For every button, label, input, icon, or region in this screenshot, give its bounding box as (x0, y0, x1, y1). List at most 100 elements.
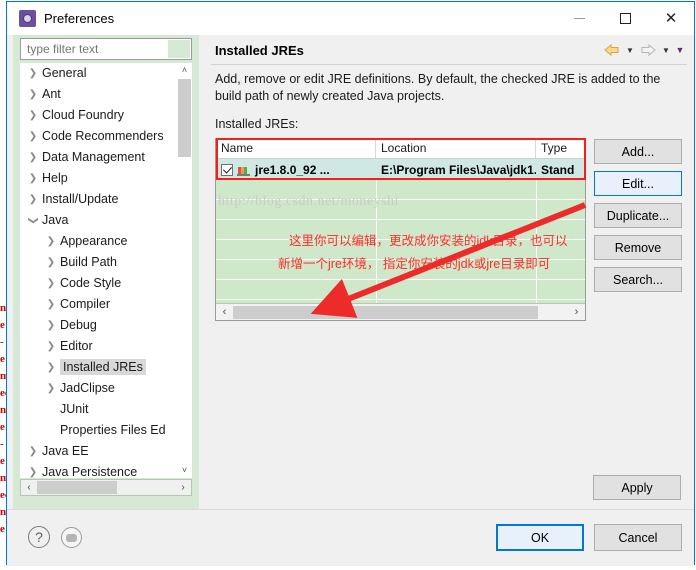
table-horizontal-scrollbar[interactable]: ‹ › (216, 303, 585, 320)
sidebar-item-installed-jres[interactable]: ❯ Installed JREs (20, 357, 192, 378)
sidebar-item-label: JadClipse (60, 381, 115, 395)
sidebar-item-label: Java (42, 213, 69, 227)
column-header-type[interactable]: Type (536, 139, 585, 158)
sidebar-item-build-path[interactable]: ❯ Build Path (20, 252, 192, 273)
chevron-right-icon[interactable]: ❯ (42, 273, 60, 294)
page-menu-caret-icon[interactable]: ▼ (674, 42, 686, 58)
sidebar-item-compiler[interactable]: ❯ Compiler (20, 294, 192, 315)
chevron-right-icon[interactable]: ❯ (42, 315, 60, 336)
preferences-tree[interactable]: ❯ General ❯ Ant ❯ Cloud Foundry ❯ Code Recommen… (20, 63, 192, 478)
cell-type: Stand (541, 162, 575, 177)
duplicate-button[interactable]: Duplicate... (594, 203, 682, 228)
sidebar-item-properties-files-ed[interactable]: Properties Files Ed (20, 420, 192, 441)
table-hscroll-thumb[interactable] (233, 305, 538, 319)
sidebar-item-label: Appearance (60, 234, 128, 248)
table-rows: jre1.8.0_92 ... E:\Program Files\Java\jd… (216, 159, 585, 180)
sidebar-item-ant[interactable]: ❯ Ant (20, 84, 192, 105)
scroll-up-icon[interactable]: ˄ (177, 63, 192, 78)
apply-button[interactable]: Apply (593, 475, 681, 500)
apply-and-close-icon[interactable] (61, 527, 82, 548)
sidebar-item-label: General (42, 66, 87, 80)
sidebar-item-java-ee[interactable]: ❯ Java EE (20, 441, 192, 462)
chevron-right-icon[interactable]: ❯ (24, 105, 42, 126)
edit-button[interactable]: Edit... (594, 171, 682, 196)
back-dropdown-caret-icon[interactable]: ▼ (624, 42, 636, 58)
table-scroll-right-icon[interactable]: › (568, 306, 585, 318)
sidebar-item-install-update[interactable]: ❯ Install/Update (20, 189, 192, 210)
sidebar-item-general[interactable]: ❯ General (20, 63, 192, 84)
sidebar-item-java-persistence[interactable]: ❯ Java Persistence (20, 462, 192, 478)
cell-location: E:\Program Files\Java\jdk1.8.... (381, 162, 536, 177)
cancel-button[interactable]: Cancel (594, 524, 682, 551)
chevron-right-icon[interactable]: ❯ (42, 336, 60, 357)
sidebar-item-code-style[interactable]: ❯ Code Style (20, 273, 192, 294)
sidebar-item-editor[interactable]: ❯ Editor (20, 336, 192, 357)
minimize-button[interactable] (556, 2, 602, 35)
table-header-row: Name Location Type (216, 139, 585, 159)
chevron-right-icon[interactable]: ❯ (42, 252, 60, 273)
remove-button[interactable]: Remove (594, 235, 682, 260)
tree-horizontal-scrollbar[interactable]: ‹ › (20, 479, 192, 496)
scroll-right-icon[interactable]: › (175, 482, 191, 493)
chevron-right-icon[interactable]: ❯ (24, 84, 42, 105)
sidebar-item-label: Cloud Foundry (42, 108, 124, 122)
question-mark-icon[interactable]: ? (28, 526, 50, 548)
sidebar-item-data-management[interactable]: ❯ Data Management (20, 147, 192, 168)
sidebar-item-help[interactable]: ❯ Help (20, 168, 192, 189)
jre-library-icon (237, 164, 251, 176)
sidebar-item-appearance[interactable]: ❯ Appearance (20, 231, 192, 252)
chevron-right-icon[interactable]: ❯ (42, 231, 60, 252)
search-button-label: Search... (612, 272, 664, 287)
forward-arrow-icon[interactable] (638, 42, 658, 58)
sidebar-item-cloud-foundry[interactable]: ❯ Cloud Foundry (20, 105, 192, 126)
search-button[interactable]: Search... (594, 267, 682, 292)
sidebar-item-label: Code Recommenders (42, 129, 164, 143)
title-separator (211, 64, 687, 65)
installed-jres-label: Installed JREs: (215, 117, 298, 131)
sidebar-item-debug[interactable]: ❯ Debug (20, 315, 192, 336)
chevron-right-icon[interactable]: ❯ (42, 357, 60, 378)
sidebar-item-junit[interactable]: JUnit (20, 399, 192, 420)
filter-field-wrapper[interactable] (20, 38, 192, 60)
window-controls: ✕ (556, 2, 694, 35)
sidebar-item-label: Debug (60, 318, 97, 332)
search-input[interactable] (21, 39, 191, 59)
tree-vscroll-thumb[interactable] (178, 79, 191, 157)
jre-checkbox[interactable] (221, 163, 233, 176)
add-button[interactable]: Add... (594, 139, 682, 164)
chevron-right-icon[interactable]: ❯ (24, 441, 42, 462)
chevron-right-icon[interactable]: ❯ (42, 294, 60, 315)
page-title: Installed JREs (215, 43, 304, 58)
preferences-sidebar: ❯General❯Ant❯Cloud Foundry❯Code Recommen… (13, 35, 199, 509)
back-arrow-icon[interactable] (602, 42, 622, 58)
sidebar-item-code-recommenders[interactable]: ❯ Code Recommenders (20, 126, 192, 147)
chevron-right-icon[interactable]: ❯ (24, 189, 42, 210)
sidebar-item-java[interactable]: ❯ Java (20, 210, 192, 231)
sidebar-item-label: Java Persistence (42, 465, 138, 478)
forward-dropdown-caret-icon[interactable]: ▼ (660, 42, 672, 58)
table-row[interactable]: jre1.8.0_92 ... E:\Program Files\Java\jd… (216, 159, 585, 180)
chevron-right-icon[interactable]: ❯ (24, 462, 42, 478)
chevron-right-icon[interactable]: ❯ (24, 147, 42, 168)
column-header-location[interactable]: Location (376, 139, 536, 158)
tree-vertical-scrollbar[interactable]: ˄ ˅ (177, 63, 192, 478)
scroll-left-icon[interactable]: ‹ (21, 482, 37, 493)
dialog-footer: ? OK Cancel (7, 509, 694, 566)
close-button[interactable]: ✕ (648, 2, 694, 35)
cell-name[interactable]: jre1.8.0_92 ... (216, 163, 376, 177)
scroll-down-icon[interactable]: ˅ (177, 463, 192, 478)
ok-button[interactable]: OK (496, 524, 584, 551)
column-header-name[interactable]: Name (216, 139, 376, 158)
chevron-right-icon[interactable]: ❯ (24, 126, 42, 147)
chevron-down-icon[interactable]: ❯ (23, 212, 44, 230)
maximize-button[interactable] (602, 2, 648, 35)
table-scroll-left-icon[interactable]: ‹ (216, 306, 233, 318)
tree-hscroll-thumb[interactable] (37, 481, 117, 494)
sidebar-item-jadclipse[interactable]: ❯ JadClipse (20, 378, 192, 399)
chevron-right-icon[interactable]: ❯ (24, 63, 42, 84)
installed-jres-table[interactable]: Name Location Type jre1.8.0_92 ... E:\Pr… (215, 138, 586, 321)
filter-clear-icon[interactable] (168, 40, 190, 58)
chevron-right-icon[interactable]: ❯ (42, 378, 60, 399)
chevron-right-icon[interactable]: ❯ (24, 168, 42, 189)
page-navigation-controls: ▼ ▼ ▼ (602, 42, 686, 58)
